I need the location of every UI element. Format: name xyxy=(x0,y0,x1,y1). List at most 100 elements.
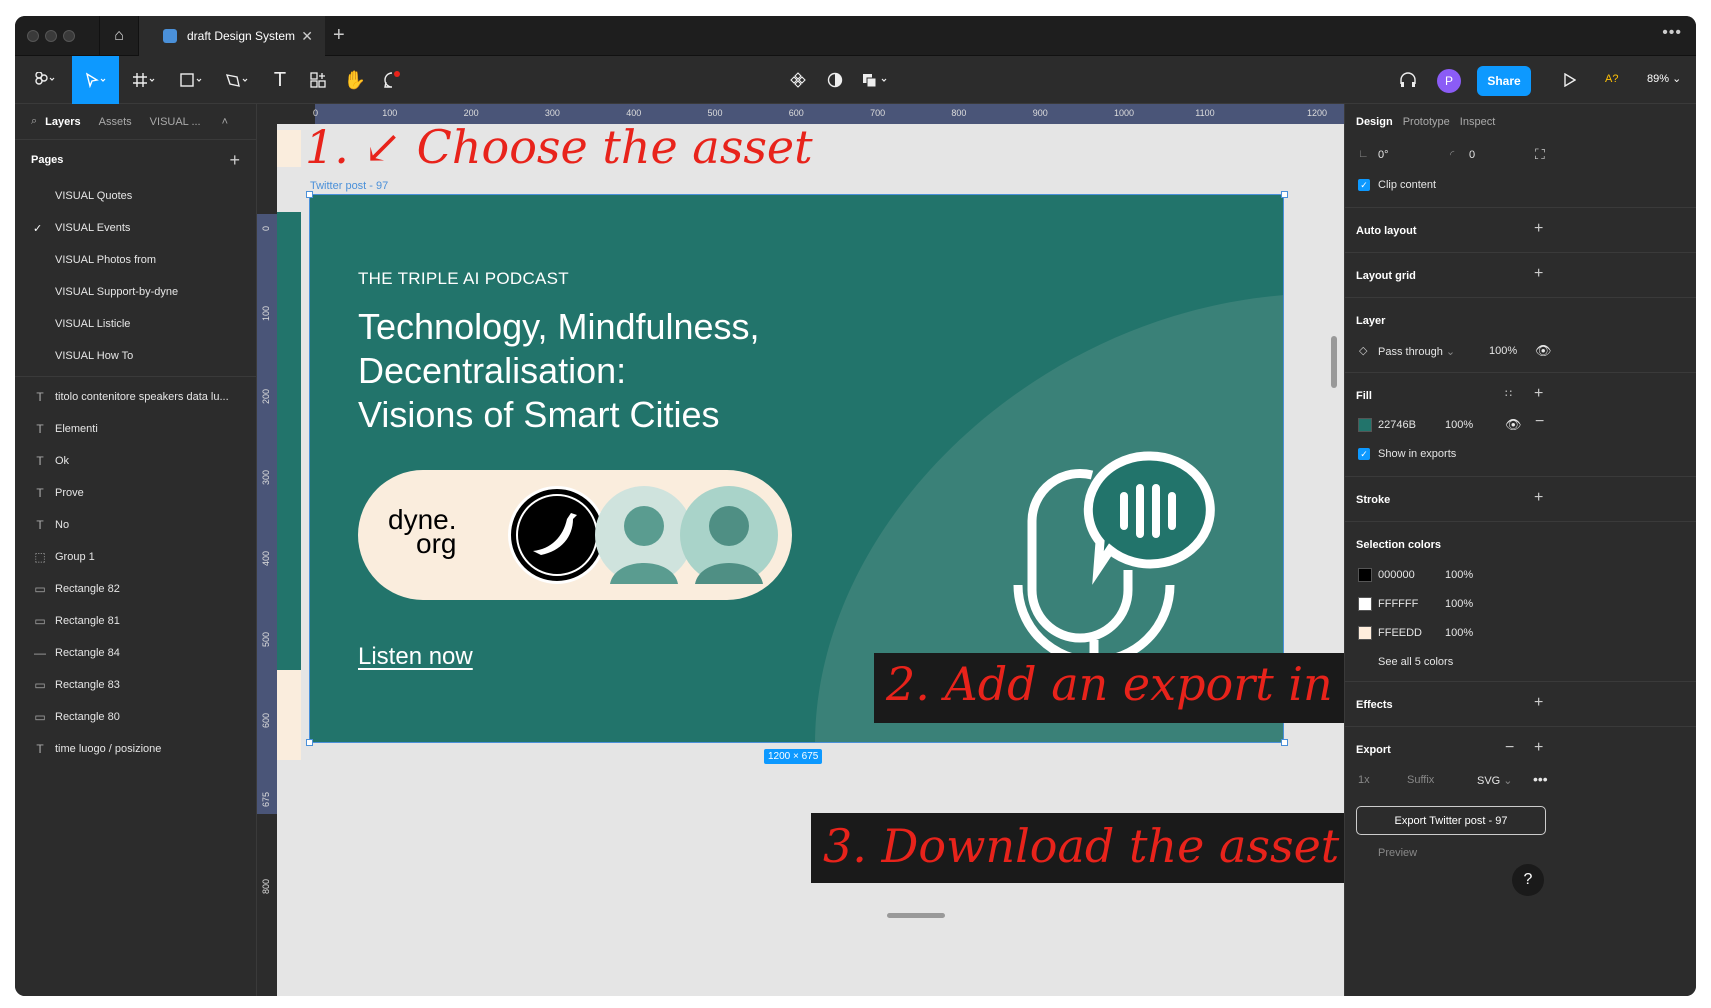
show-in-exports-checkbox[interactable]: ✓ xyxy=(1358,448,1370,460)
resize-handle[interactable] xyxy=(1281,191,1288,198)
corner-radius-value[interactable]: 0 xyxy=(1469,149,1475,161)
add-fill-icon[interactable]: + xyxy=(1534,385,1543,403)
shape-tool-icon[interactable] xyxy=(172,64,212,96)
tab-prototype[interactable]: Prototype xyxy=(1403,116,1450,128)
file-tab[interactable]: draft Design System ✕ xyxy=(139,16,325,56)
share-button[interactable]: Share xyxy=(1477,66,1531,96)
color-opacity[interactable]: 100% xyxy=(1445,569,1473,581)
zoom-dropdown[interactable]: 89% ⌄ xyxy=(1647,72,1681,85)
adjacent-frame-edge[interactable] xyxy=(277,212,301,670)
add-auto-layout-icon[interactable]: + xyxy=(1534,220,1543,238)
main-menu-icon[interactable] xyxy=(25,64,65,96)
export-format-dropdown[interactable]: SVG ⌄ xyxy=(1477,774,1513,787)
page-item[interactable]: VISUAL Support-by-dyne xyxy=(15,276,256,308)
hand-tool-icon[interactable]: ✋ xyxy=(340,64,370,96)
color-swatch[interactable] xyxy=(1358,626,1372,640)
color-opacity[interactable]: 100% xyxy=(1445,598,1473,610)
independent-corners-icon[interactable]: ⛶ xyxy=(1535,146,1545,163)
search-icon[interactable]: ⌕ xyxy=(31,115,37,128)
add-effect-icon[interactable]: + xyxy=(1534,694,1543,712)
text-tool-icon[interactable]: T xyxy=(265,64,295,96)
color-opacity[interactable]: 100% xyxy=(1445,627,1473,639)
color-swatch[interactable] xyxy=(1358,597,1372,611)
layer-item[interactable]: ▭ Rectangle 81 xyxy=(15,605,256,637)
preview-toggle[interactable]: Preview xyxy=(1378,847,1417,859)
layer-item[interactable]: ▭ Rectangle 80 xyxy=(15,701,256,733)
vertical-scrollbar[interactable] xyxy=(1331,336,1337,388)
remove-export-icon[interactable]: − xyxy=(1505,739,1514,757)
page-item[interactable]: ✓ VISUAL Events xyxy=(15,212,256,244)
boolean-icon[interactable] xyxy=(857,64,897,96)
color-hex[interactable]: FFFFFF xyxy=(1378,598,1418,610)
headphones-icon[interactable] xyxy=(1393,64,1423,96)
page-item[interactable]: VISUAL Quotes xyxy=(15,180,256,212)
horizontal-scrollbar[interactable] xyxy=(887,913,945,918)
add-export-icon[interactable]: + xyxy=(1534,739,1543,757)
resize-handle[interactable] xyxy=(306,739,313,746)
fill-opacity[interactable]: 100% xyxy=(1445,419,1473,431)
fill-hex[interactable]: 22746B xyxy=(1378,419,1416,431)
export-scale[interactable]: 1x xyxy=(1358,774,1370,786)
close-window-button[interactable] xyxy=(27,30,39,42)
layer-item[interactable]: T Elementi xyxy=(15,413,256,445)
color-hex[interactable]: FFEEDD xyxy=(1378,627,1422,639)
export-button[interactable]: Export Twitter post - 97 xyxy=(1356,806,1546,835)
component-icon[interactable] xyxy=(783,64,813,96)
more-icon[interactable]: ••• xyxy=(1662,24,1682,42)
color-hex[interactable]: 000000 xyxy=(1378,569,1415,581)
eye-icon[interactable]: 👁 xyxy=(1505,417,1522,433)
color-swatch[interactable] xyxy=(1358,568,1372,582)
minimize-window-button[interactable] xyxy=(45,30,57,42)
layer-item[interactable]: T Ok xyxy=(15,445,256,477)
adjacent-frame-edge[interactable] xyxy=(277,670,301,760)
layer-item[interactable]: — Rectangle 84 xyxy=(15,637,256,669)
layer-item[interactable]: Ttitolo contenitore speakers data lu... xyxy=(15,381,256,413)
rotation-value[interactable]: 0° xyxy=(1378,149,1389,161)
layer-item[interactable]: ▭ Rectangle 83 xyxy=(15,669,256,701)
layer-item[interactable]: ⬚ Group 1 xyxy=(15,541,256,573)
maximize-window-button[interactable] xyxy=(63,30,75,42)
fill-swatch[interactable] xyxy=(1358,418,1372,432)
frame-tool-icon[interactable] xyxy=(125,64,165,96)
move-tool-icon[interactable] xyxy=(72,56,119,104)
home-icon[interactable]: ⌂ xyxy=(99,16,139,56)
remove-fill-icon[interactable]: − xyxy=(1535,413,1544,431)
add-page-icon[interactable]: + xyxy=(229,150,240,171)
accessibility-check-button[interactable]: A? xyxy=(1605,73,1618,85)
close-icon[interactable]: ✕ xyxy=(301,28,313,45)
add-layout-grid-icon[interactable]: + xyxy=(1534,265,1543,283)
tab-layers[interactable]: Layers xyxy=(45,116,80,128)
see-all-colors-link[interactable]: See all 5 colors xyxy=(1378,656,1453,668)
tab-design[interactable]: Design xyxy=(1356,116,1393,128)
layer-item[interactable]: T Prove xyxy=(15,477,256,509)
eye-icon[interactable]: 👁 xyxy=(1535,343,1552,359)
page-selector[interactable]: VISUAL ... ˄ xyxy=(150,116,228,128)
add-stroke-icon[interactable]: + xyxy=(1534,489,1543,507)
mask-icon[interactable] xyxy=(820,64,850,96)
tab-assets[interactable]: Assets xyxy=(99,116,132,128)
new-tab-button[interactable]: + xyxy=(333,24,345,47)
export-suffix-input[interactable]: Suffix xyxy=(1407,774,1434,786)
page-item[interactable]: VISUAL How To xyxy=(15,340,256,372)
comment-tool-icon[interactable] xyxy=(377,64,407,96)
blend-mode-dropdown[interactable]: Pass through ⌄ xyxy=(1378,345,1455,358)
layer-item[interactable]: Ttime luogo / posizione xyxy=(15,733,256,765)
resize-handle[interactable] xyxy=(306,191,313,198)
adjacent-frame-edge[interactable] xyxy=(277,130,301,167)
layer-opacity[interactable]: 100% xyxy=(1489,345,1517,357)
page-item[interactable]: VISUAL Photos from xyxy=(15,244,256,276)
export-settings-icon[interactable]: ••• xyxy=(1533,771,1548,787)
page-item[interactable]: VISUAL Listicle xyxy=(15,308,256,340)
frame-name-label[interactable]: Twitter post - 97 xyxy=(310,180,388,192)
clip-content-checkbox[interactable]: ✓ xyxy=(1358,179,1370,191)
pen-tool-icon[interactable] xyxy=(218,64,258,96)
layer-item[interactable]: ▭ Rectangle 82 xyxy=(15,573,256,605)
present-play-icon[interactable] xyxy=(1555,64,1585,96)
resources-tool-icon[interactable] xyxy=(303,64,333,96)
user-avatar[interactable]: P xyxy=(1437,69,1461,93)
layer-item[interactable]: T No xyxy=(15,509,256,541)
tab-inspect[interactable]: Inspect xyxy=(1460,116,1495,128)
resize-handle[interactable] xyxy=(1281,739,1288,746)
style-grid-icon[interactable]: ∷ xyxy=(1505,387,1512,400)
help-button[interactable]: ? xyxy=(1512,864,1544,896)
